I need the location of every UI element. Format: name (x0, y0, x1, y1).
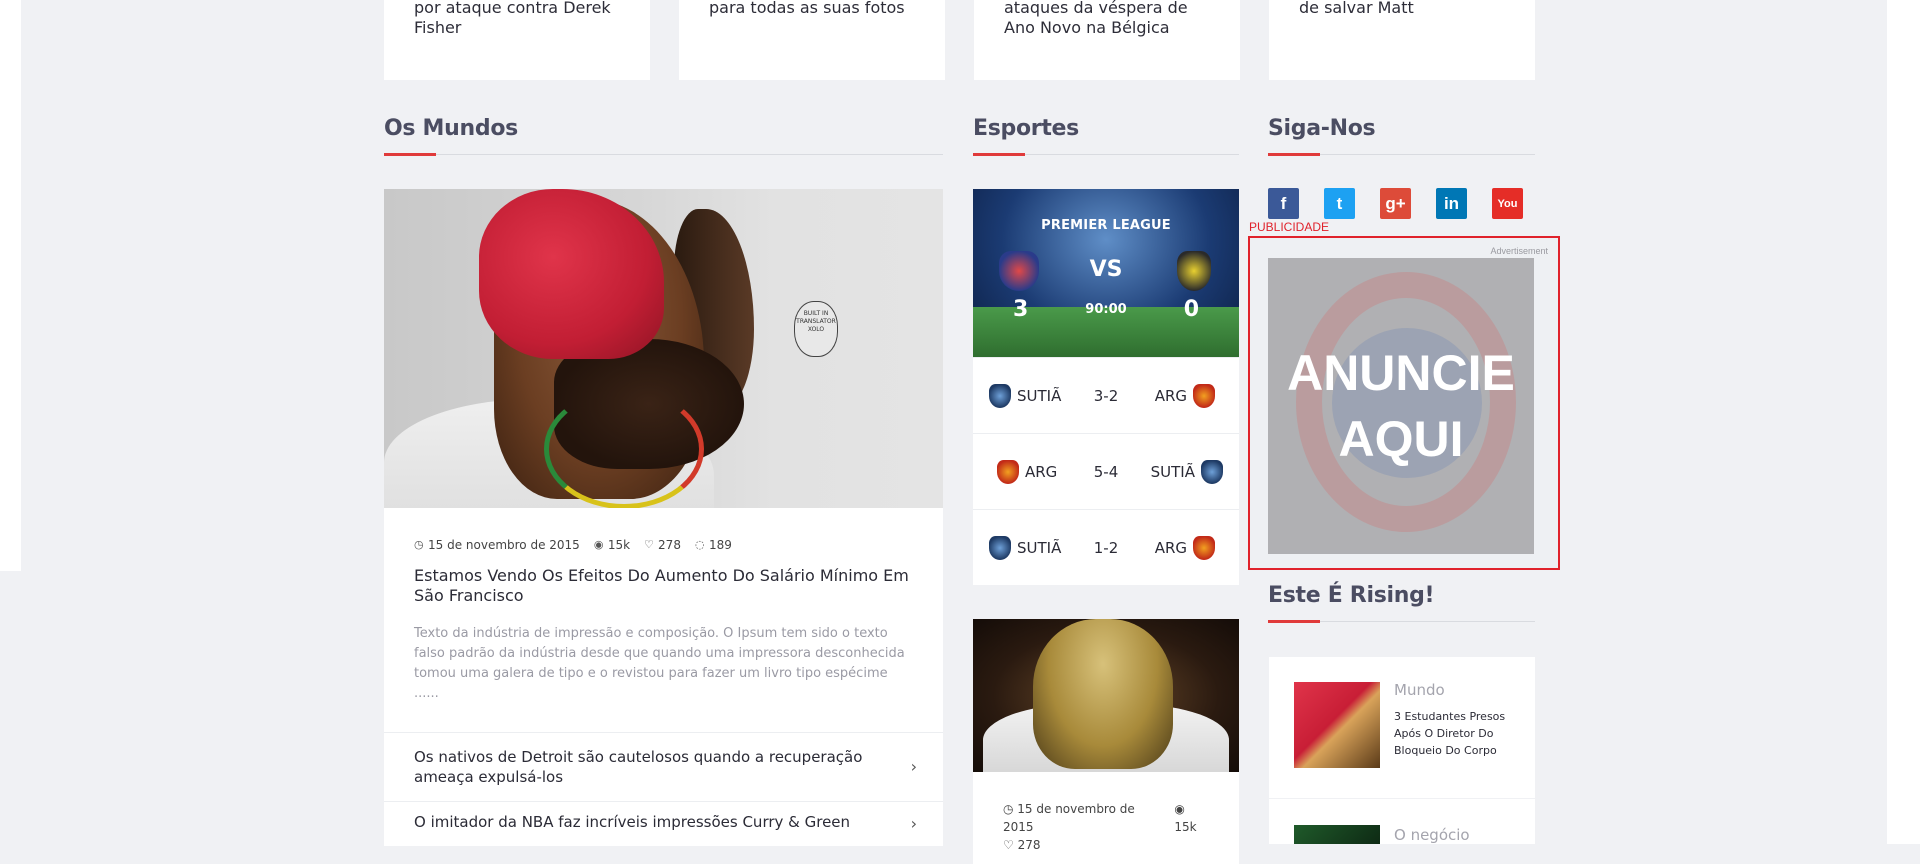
section-header-rising: Este É Rising! (1268, 581, 1535, 623)
rising-thumbnail[interactable] (1294, 682, 1380, 768)
comment-icon[interactable]: ◌ (695, 539, 705, 550)
ad-banner[interactable]: ANUNCIE AQUI (1268, 258, 1534, 554)
article-excerpt: Texto da indústria de impressão e compos… (414, 626, 905, 701)
match-time: 90:00 (1085, 302, 1127, 317)
ad-label: PUBLICIDADE (1249, 220, 1330, 234)
away-score: 0 (1183, 297, 1199, 322)
social-links: f t g+ in You (1268, 188, 1523, 219)
mundos-column: BUILT IN TRANSLATOR XOLO ◷ 15 de novembro… (384, 189, 943, 846)
section-title: Este É Rising! (1268, 583, 1435, 608)
article-title[interactable]: Estamos Vendo Os Efeitos Do Aumento Do S… (414, 566, 913, 606)
google-plus-icon[interactable]: g+ (1380, 188, 1411, 219)
away-team: ARG (1155, 383, 1215, 408)
hero-image[interactable]: BUILT IN TRANSLATOR XOLO (384, 189, 943, 508)
hero-speech-bubble: BUILT IN TRANSLATOR XOLO (794, 301, 838, 357)
result-row[interactable]: SUTIÃ 3-2 ARG (973, 357, 1239, 433)
section-underline (384, 153, 436, 156)
top-card-3[interactable]: ataques da véspera de Ano Novo na Bélgic… (974, 0, 1240, 80)
article-card-body: ◷ 15 de novembro de 2015 ◉ 15k ♡ 278 ◌ 189 E… (384, 508, 943, 732)
rising-thumbnail[interactable] (1294, 825, 1380, 844)
team-badge-icon (1193, 535, 1215, 560)
section-header-siga: Siga-Nos (1268, 114, 1535, 156)
heart-icon[interactable]: ♡ (644, 539, 654, 550)
meta-views: ◉ 15k (593, 538, 631, 552)
top-card-title[interactable]: para todas as suas fotos (709, 0, 921, 18)
top-card-title[interactable]: de salvar Matt (1299, 0, 1511, 18)
meta-date: ◷ 15 de novembro de 2015 (414, 538, 580, 552)
list-item[interactable]: O imitador da NBA faz incríveis impressõ… (384, 801, 943, 846)
football-image[interactable] (973, 619, 1239, 772)
sports-article-meta: ◷ 15 de novembro de 2015 ◉ 15k ♡ 278 (973, 772, 1239, 864)
result-row[interactable]: ARG 5-4 SUTIÃ (973, 433, 1239, 509)
team-badge-icon (1193, 383, 1215, 408)
rising-category[interactable]: Mundo (1394, 681, 1445, 699)
esportes-column: PREMIER LEAGUE VS 3 90:00 0 SUTIÃ 3-2 AR… (973, 189, 1239, 864)
rising-item[interactable]: Mundo 3 Estudantes Presos Após O Diretor… (1269, 657, 1535, 798)
list-item-title[interactable]: O imitador da NBA faz incríveis impressõ… (414, 813, 850, 831)
section-underline (973, 153, 1025, 156)
away-team: SUTIÃ (1151, 459, 1223, 484)
facebook-icon[interactable]: f (1268, 188, 1299, 219)
league-name: PREMIER LEAGUE (1041, 218, 1171, 233)
match-banner[interactable]: PREMIER LEAGUE VS 3 90:00 0 (973, 189, 1239, 357)
rising-category[interactable]: O negócio (1394, 826, 1470, 844)
linkedin-icon[interactable]: in (1436, 188, 1467, 219)
twitter-icon[interactable]: t (1324, 188, 1355, 219)
section-title: Siga-Nos (1268, 116, 1376, 141)
result-row[interactable]: SUTIÃ 1-2 ARG (973, 509, 1239, 585)
right-gutter (1887, 0, 1920, 844)
chevron-right-icon[interactable]: › (911, 757, 917, 777)
rising-item[interactable]: O negócio (1269, 799, 1535, 844)
meta-likes[interactable]: ♡ 278 (644, 538, 681, 552)
away-team-badge (1177, 251, 1211, 291)
section-header-esportes: Esportes (973, 114, 1239, 156)
eye-icon: ◉ (593, 538, 604, 551)
left-gutter (0, 0, 21, 571)
youtube-icon[interactable]: You (1492, 188, 1523, 219)
top-card-title[interactable]: por ataque contra Derek Fisher (414, 0, 626, 38)
section-header-mundos: Os Mundos (384, 114, 943, 156)
top-card-title[interactable]: ataques da véspera de Ano Novo na Bélgic… (1004, 0, 1216, 38)
section-title: Esportes (973, 116, 1079, 141)
top-card-2[interactable]: para todas as suas fotos (679, 0, 945, 80)
article-meta: ◷ 15 de novembro de 2015 ◉ 15k ♡ 278 ◌ 189 (414, 538, 913, 552)
chevron-right-icon[interactable]: › (911, 814, 917, 834)
list-item[interactable]: Os nativos de Detroit são cautelosos qua… (384, 732, 943, 801)
player-helmet (1033, 619, 1173, 769)
section-underline (1268, 620, 1320, 623)
team-badge-icon (1201, 459, 1223, 484)
section-title: Os Mundos (384, 116, 518, 141)
list-item-title[interactable]: Os nativos de Detroit são cautelosos qua… (414, 748, 862, 786)
meta-comments[interactable]: ◌ 189 (695, 538, 732, 552)
top-card-4[interactable]: de salvar Matt (1269, 0, 1535, 80)
meta-views: ◉ 15k (1174, 802, 1197, 834)
meta-date: ◷ 15 de novembro de 2015 (1003, 802, 1135, 834)
away-team: ARG (1155, 535, 1215, 560)
clock-icon: ◷ (414, 538, 424, 551)
hero-necklace (544, 389, 704, 508)
advertisement-tag: Advertisement (1490, 246, 1548, 256)
ad-text: ANUNCIE AQUI (1287, 345, 1515, 467)
section-underline (1268, 153, 1320, 156)
top-card-1[interactable]: por ataque contra Derek Fisher (384, 0, 650, 80)
ad-box[interactable]: Advertisement ANUNCIE AQUI (1248, 236, 1560, 570)
meta-likes[interactable]: ♡ 278 (1003, 836, 1209, 854)
rising-title[interactable]: 3 Estudantes Presos Após O Diretor Do Bl… (1394, 708, 1514, 759)
